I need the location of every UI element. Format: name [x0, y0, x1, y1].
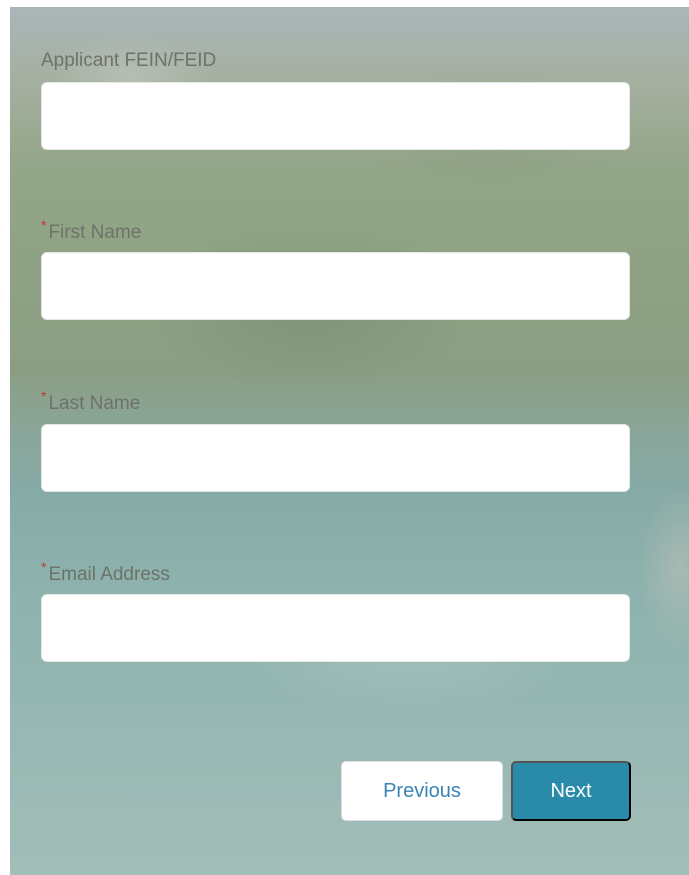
first-name-label-text: First Name: [48, 222, 142, 243]
email-input[interactable]: [41, 594, 630, 662]
required-marker: *: [41, 559, 47, 575]
fein-label-text: Applicant FEIN/FEID: [41, 50, 217, 71]
previous-button[interactable]: Previous: [341, 761, 503, 821]
last-name-label-text: Last Name: [48, 393, 141, 414]
last-name-label: * Last Name: [41, 388, 141, 415]
first-name-label: * First Name: [41, 217, 142, 244]
last-name-input[interactable]: [41, 424, 630, 492]
required-marker: *: [41, 388, 47, 404]
form-panel: Applicant FEIN/FEID * First Name * Last Na…: [10, 7, 689, 875]
first-name-input[interactable]: [41, 252, 630, 320]
email-label-text: Email Address: [48, 564, 170, 585]
fein-input[interactable]: [41, 82, 630, 150]
next-button[interactable]: Next: [511, 761, 631, 821]
email-label: * Email Address: [41, 559, 170, 586]
required-marker: *: [41, 217, 47, 233]
fein-label: Applicant FEIN/FEID: [41, 50, 216, 72]
